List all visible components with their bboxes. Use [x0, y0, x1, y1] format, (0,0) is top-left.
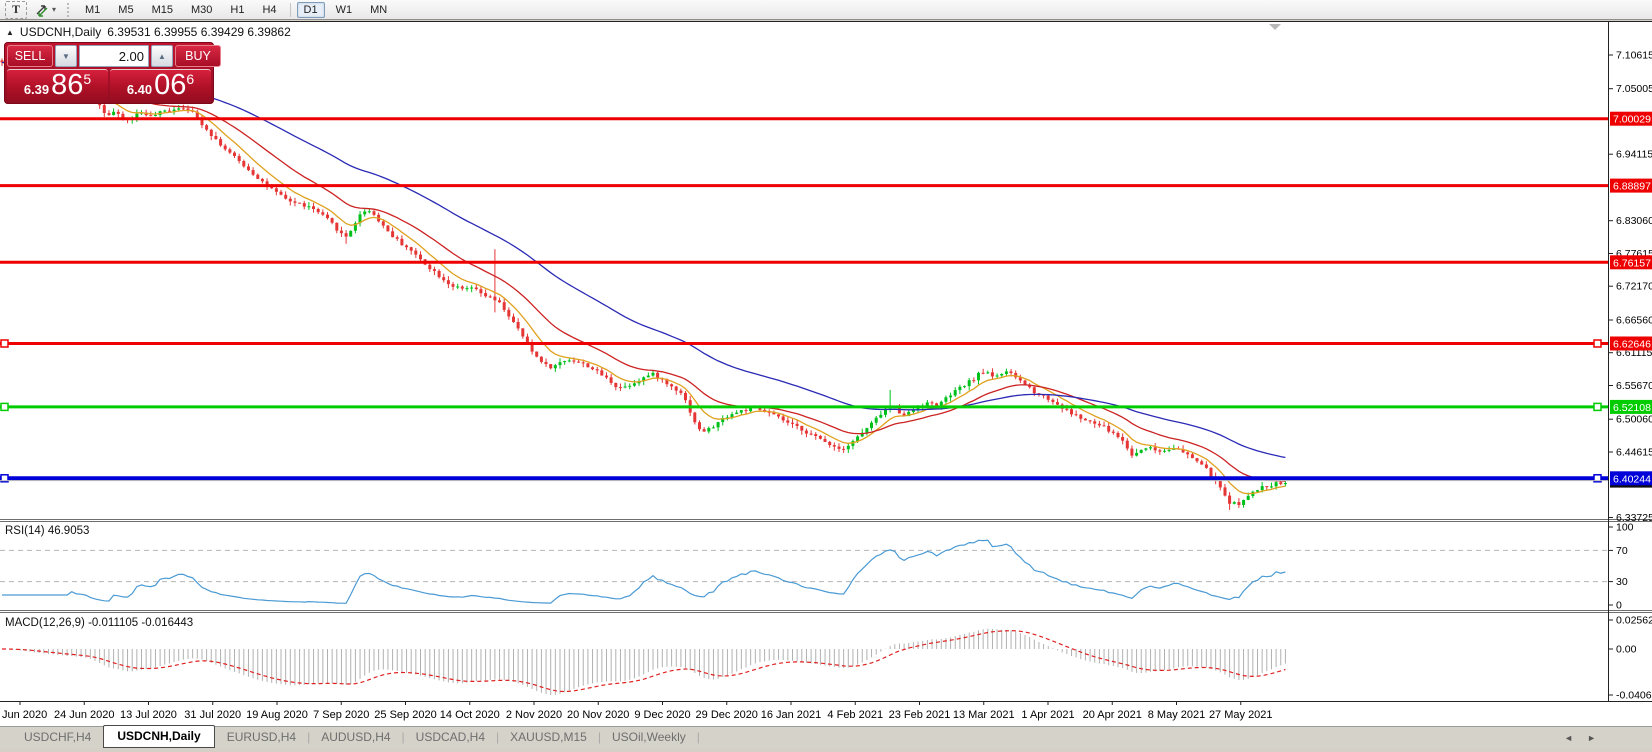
price-tick-label: 6.44615: [1616, 447, 1652, 459]
time-tick-label: 29 Dec 2020: [696, 709, 758, 721]
timeframe-button-mn[interactable]: MN: [363, 2, 394, 18]
chart-ohlc-values: 6.39531 6.39955 6.39429 6.39862: [107, 25, 291, 39]
price-level-badge-text: 6.62646: [1613, 339, 1651, 351]
time-tick-label: 23 Feb 2021: [889, 709, 951, 721]
double-arrow-icon: [36, 4, 48, 17]
price-tick-label: 6.72170: [1616, 281, 1652, 293]
time-tick-label: 20 Nov 2020: [567, 709, 629, 721]
time-tick-label: 14 Oct 2020: [440, 709, 500, 721]
chart-window: 7.10615 7.05005 6.94115 6.83060 6.77615 6.721…: [0, 21, 1652, 726]
price-tick-label: 6.50060: [1616, 414, 1652, 426]
ask-price-box[interactable]: 6.40 06 6: [110, 69, 211, 101]
arrows-tool-button[interactable]: ▾: [31, 1, 59, 19]
one-click-trading-panel: SELL ▼ ▲ BUY 6.39 86 5 6.40 06 6: [4, 42, 221, 104]
tab-separator: |: [696, 730, 700, 744]
ask-price-pip-digit: 6: [186, 71, 195, 87]
price-level-badge-text: 6.40244: [1613, 473, 1651, 485]
collapse-quotes-icon[interactable]: ▲: [6, 28, 14, 37]
time-tick-label: 13 Jul 2020: [120, 709, 177, 721]
bid-price-box[interactable]: 6.39 86 5: [7, 69, 108, 101]
price-tick-label: 6.94115: [1616, 149, 1652, 161]
chart-canvas[interactable]: 7.106157.050056.941156.830606.776156.721…: [0, 21, 1652, 725]
ask-price-prefix: 6.40: [126, 82, 153, 97]
time-tick-label: 16 Jan 2021: [761, 709, 822, 721]
time-tick-label: 27 May 2021: [1209, 709, 1273, 721]
price-tick-label: 6.83060: [1616, 215, 1652, 227]
rsi-tick-label: 30: [1616, 576, 1628, 588]
time-tick-label: 20 Apr 2021: [1083, 709, 1142, 721]
buy-button[interactable]: BUY: [175, 45, 221, 67]
macd-indicator-label: MACD(12,26,9) -0.011105 -0.016443: [5, 617, 194, 629]
price-tick-label: 6.66560: [1616, 315, 1652, 327]
timeframe-button-h4[interactable]: H4: [255, 2, 283, 18]
chart-tab-usdchf-h4[interactable]: USDCHF,H4: [14, 727, 101, 748]
macd-tick-label: -0.040687: [1616, 690, 1652, 702]
chart-tab-usdcnh-daily[interactable]: USDCNH,Daily: [103, 725, 215, 748]
chart-tab-bar: USDCHF,H4 USDCNH,Daily EURUSD,H4 | AUDUSD,H4…: [0, 725, 1652, 748]
bid-price-pip-digit: 5: [83, 71, 92, 87]
timeframe-button-m5[interactable]: M5: [111, 2, 140, 18]
tab-scroll-right-icon[interactable]: ►: [1587, 733, 1596, 743]
chart-tab-usdcad-h4[interactable]: USDCAD,H4: [406, 727, 495, 748]
chart-tab-usoil-weekly[interactable]: USOil,Weekly: [602, 727, 696, 748]
price-tick-label: 7.05005: [1616, 83, 1652, 95]
text-tool-button[interactable]: T: [5, 0, 27, 19]
price-level-badge-text: 6.76157: [1613, 257, 1651, 269]
time-tick-label: 5 Jun 2020: [0, 709, 47, 721]
time-tick-label: 7 Sep 2020: [313, 709, 369, 721]
bid-price-big-digits: 86: [51, 69, 84, 101]
rsi-tick-label: 100: [1616, 522, 1634, 534]
time-tick-label: 4 Feb 2021: [827, 709, 883, 721]
chevron-down-icon: ▾: [52, 5, 57, 14]
chart-tab-eurusd-h4[interactable]: EURUSD,H4: [217, 727, 306, 748]
timeframe-button-m1[interactable]: M1: [78, 2, 107, 18]
toolbar-grip[interactable]: [66, 2, 72, 17]
price-tick-label: 6.55670: [1616, 380, 1652, 392]
timeframe-button-m15[interactable]: M15: [145, 2, 180, 18]
chart-tab-xauusd-m15[interactable]: XAUUSD,M15: [500, 727, 597, 748]
volume-input[interactable]: [79, 45, 149, 67]
time-tick-label: 2 Nov 2020: [506, 709, 562, 721]
macd-tick-label: 0.00: [1616, 644, 1637, 656]
bid-price-prefix: 6.39: [23, 82, 50, 97]
chart-tab-audusd-h4[interactable]: AUDUSD,H4: [311, 727, 400, 748]
price-tick-label: 7.10615: [1616, 50, 1652, 62]
price-level-badge-text: 7.00029: [1613, 114, 1651, 126]
timeframe-button-h1[interactable]: H1: [223, 2, 251, 18]
time-tick-label: 19 Aug 2020: [246, 709, 308, 721]
time-tick-label: 25 Sep 2020: [374, 709, 436, 721]
price-level-badge-text: 6.52108: [1613, 402, 1651, 414]
rsi-indicator-label: RSI(14) 46.9053: [5, 525, 90, 537]
time-tick-label: 31 Jul 2020: [184, 709, 241, 721]
sell-button[interactable]: SELL: [7, 45, 53, 67]
rsi-tick-label: 70: [1616, 545, 1628, 557]
time-tick-label: 13 Mar 2021: [953, 709, 1015, 721]
tab-scroll-arrows: ◄ ►: [1564, 733, 1596, 743]
rsi-tick-label: 0: [1616, 600, 1622, 612]
line-handle[interactable]: [1593, 402, 1602, 412]
line-handle[interactable]: [0, 339, 9, 348]
line-handle[interactable]: [1593, 339, 1602, 348]
line-handle[interactable]: [0, 402, 9, 412]
timeframe-button-m30[interactable]: M30: [184, 2, 219, 18]
time-tick-label: 1 Apr 2021: [1021, 709, 1074, 721]
volume-decrease-button[interactable]: ▼: [55, 45, 77, 67]
chart-title: ▲ USDCNH,Daily 6.39531 6.39955 6.39429 6…: [6, 25, 291, 39]
volume-increase-button[interactable]: ▲: [151, 45, 173, 67]
top-toolbar: T ▾ M1 M5 M15 M30 H1 H4 D1 W1 MN: [0, 0, 1652, 20]
toolbar-separator: [289, 2, 291, 17]
timeframe-button-d1[interactable]: D1: [296, 1, 325, 18]
chart-symbol-period: USDCNH,Daily: [19, 25, 102, 39]
time-tick-label: 24 Jun 2020: [54, 709, 115, 721]
tab-scroll-left-icon[interactable]: ◄: [1564, 733, 1573, 743]
price-level-badge-text: 6.88897: [1613, 181, 1651, 193]
time-tick-label: 8 May 2021: [1148, 709, 1205, 721]
ask-price-big-digits: 06: [154, 69, 187, 101]
macd-tick-label: 0.025623: [1616, 615, 1652, 627]
time-tick-label: 9 Dec 2020: [634, 709, 690, 721]
timeframe-button-w1[interactable]: W1: [329, 2, 360, 18]
